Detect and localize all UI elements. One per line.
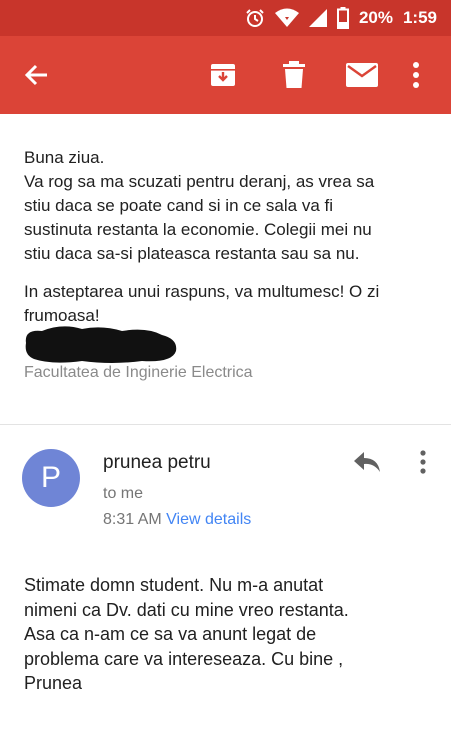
redacted-name <box>22 323 178 365</box>
message-line: In asteptarea unui raspuns, va multumesc… <box>24 282 380 301</box>
status-time: 1:59 <box>402 8 437 27</box>
app-bar <box>0 36 451 114</box>
message-time-row: 8:31 AM View details <box>103 511 251 529</box>
archive-icon[interactable] <box>208 60 238 90</box>
message-line: Va rog sa ma scuzati pentru deranj, as v… <box>24 172 375 191</box>
more-vert-icon[interactable] <box>406 60 426 90</box>
message-line: Buna ziua. <box>24 148 105 167</box>
reply-message-body: Stimate domn student. Nu m-a anutat nime… <box>24 573 434 696</box>
avatar[interactable]: P <box>22 449 80 507</box>
back-arrow-icon[interactable] <box>22 60 52 90</box>
battery-icon <box>336 7 349 29</box>
mail-icon[interactable] <box>344 60 380 90</box>
message-line: Asa ca n-am ce sa va anunt legat de <box>24 624 317 644</box>
original-message-body: Buna ziua. Va rog sa ma scuzati pentru d… <box>24 146 428 328</box>
sender-signature: Facultatea de Inginerie Electrica <box>24 364 253 381</box>
message-line: nimeni ca Dv. dati cu mine vreo restanta… <box>24 599 349 620</box>
trash-icon[interactable] <box>279 60 309 90</box>
message-line: stiu daca se poate cand si in ce sala va… <box>24 196 334 215</box>
recipient-label: to me <box>103 485 144 502</box>
status-bar: 20% 1:59 <box>0 0 451 36</box>
message-line: sustinuta restanta la economie. Colegii … <box>24 220 372 239</box>
alarm-icon <box>245 8 265 28</box>
message-line: Prunea <box>24 673 83 693</box>
message-line: Stimate domn student. Nu m-a anutat <box>24 575 324 595</box>
signal-icon <box>308 9 327 27</box>
message-line: stiu daca sa-si plateasca restanta sau s… <box>24 244 360 263</box>
battery-percent: 20% <box>358 8 393 27</box>
message-time: 8:31 AM <box>103 511 162 528</box>
reply-icon[interactable] <box>352 450 382 476</box>
view-details-link[interactable]: View details <box>166 511 251 528</box>
sender-name: prunea petru <box>103 452 211 473</box>
more-vert-icon[interactable] <box>416 449 430 477</box>
message-divider <box>0 424 451 425</box>
message-line: problema care va intereseaza. Cu bine , <box>24 648 344 669</box>
wifi-icon <box>274 8 299 28</box>
